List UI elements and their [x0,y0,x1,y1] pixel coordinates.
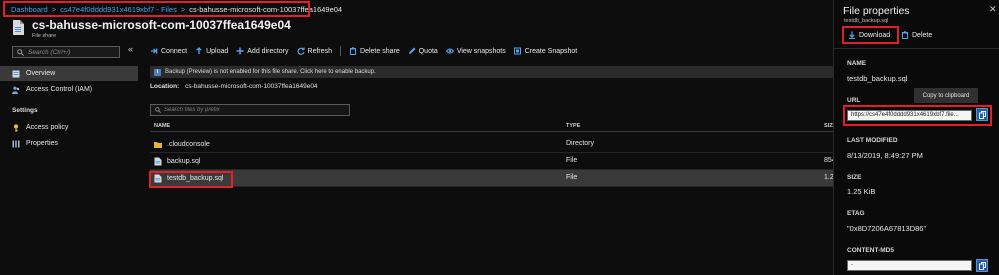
url-label: URL [847,97,861,104]
file-share-icon [13,20,24,35]
plus-icon [236,47,244,55]
breadcrumb-storage-account[interactable]: cs47e4f0dddd931x4619xbf7 - Files [60,5,177,14]
size-label: SIZE [847,174,862,181]
sidebar-item-overview[interactable]: Overview [0,66,138,81]
location: Location: cs-bahusse-microsoft-com-10037… [150,83,318,90]
page-subtitle: File share [32,33,57,39]
etag-label: ETAG [847,210,865,217]
backup-banner[interactable]: i Backup (Preview) is not enabled for th… [150,66,834,78]
copy-md5-button[interactable] [976,259,988,272]
toolbar: Connect Upload Add directory Refresh Del… [150,45,585,57]
file-share-icon [12,70,20,77]
content-md5-field[interactable]: - [847,260,972,271]
quota-button[interactable]: Quota [408,47,438,55]
sidebar-item-label: Access policy [26,124,69,131]
file-type: File [566,157,578,164]
view-snapshots-button[interactable]: View snapshots [445,47,506,55]
sidebar-item-label: Access Control (IAM) [26,86,93,93]
last-modified-value: 8/13/2019, 8:49:27 PM [847,151,923,160]
sidebar-item-properties[interactable]: Properties [0,136,138,151]
delete-share-button[interactable]: Delete share [349,47,400,55]
file-name[interactable]: testdb_backup.sql [167,175,223,182]
page-title: cs-bahusse-microsoft-com-10037ffea1649e0… [32,18,291,32]
upload-icon [196,47,202,54]
download-icon [849,31,855,39]
search-icon [17,48,24,56]
backup-banner-text: Backup (Preview) is not enabled for this… [165,69,376,75]
file-type: File [566,174,578,181]
size-value: 1.25 KiB [847,187,876,196]
page-header: cs-bahusse-microsoft-com-10037ffea1649e0… [12,19,291,39]
properties-icon [12,140,20,147]
close-icon[interactable]: ✕ [989,4,997,15]
sidebar-search[interactable] [12,46,120,58]
content-md5-label: CONTENT-MD5 [847,247,894,254]
panel-title: File properties [843,5,910,17]
toolbar-divider [340,46,342,56]
table-header: NAME TYPE SIZE [150,120,836,132]
breadcrumb-separator: > [180,4,186,14]
name-value: testdb_backup.sql [847,74,908,83]
etag-value: "0x8D7206A67813D86" [847,224,927,233]
copy-url-button[interactable] [976,108,988,121]
breadcrumb-dashboard[interactable]: Dashboard [11,5,48,14]
file-icon [154,174,162,183]
connect-button[interactable]: Connect [150,47,187,55]
sidebar-item-access-control[interactable]: Access Control (IAM) [0,82,138,97]
upload-button[interactable]: Upload [195,47,228,55]
create-snapshot-button[interactable]: Create Snapshot [513,47,577,55]
file-icon [154,157,162,166]
file-search[interactable] [150,104,350,116]
sidebar: « Overview Access Control (IAM) Settings… [0,40,138,275]
table-row[interactable]: backup.sql File 854 [150,153,836,170]
file-name[interactable]: backup.sql [167,158,200,165]
refresh-button[interactable]: Refresh [297,47,332,55]
collapse-sidebar-button[interactable]: « [128,44,133,54]
sidebar-item-access-policy[interactable]: Access policy [0,120,138,135]
snapshot-icon [513,47,521,55]
breadcrumb-separator: > [51,4,57,14]
column-type[interactable]: TYPE [566,123,580,129]
main-content: Connect Upload Add directory Refresh Del… [144,40,838,275]
trash-icon [350,47,357,55]
table-row-selected[interactable]: testdb_backup.sql File 1.25 [150,170,838,187]
last-modified-label: LAST MODIFIED [847,137,898,144]
file-properties-panel: File properties testdb_backup.sql ✕ Down… [833,0,999,275]
sidebar-item-label: Overview [26,70,56,77]
download-button[interactable]: Download [848,31,890,39]
eye-icon [445,48,454,54]
sidebar-item-label: Properties [26,140,58,147]
sidebar-section-settings: Settings [12,107,38,114]
connect-icon [151,48,158,54]
copy-tooltip: Copy to clipboard [914,88,978,103]
breadcrumb-file-share: cs-bahusse-microsoft-com-10037ffea1649e0… [189,4,343,14]
file-type: Directory [566,140,595,147]
copy-icon [978,261,986,270]
refresh-icon [297,47,305,55]
file-search-input[interactable] [164,107,344,113]
add-directory-button[interactable]: Add directory [236,47,289,55]
people-icon [12,86,20,94]
folder-icon [154,142,162,148]
key-icon [14,123,18,132]
trash-icon [902,31,908,39]
search-icon [155,107,161,113]
column-name[interactable]: NAME [154,123,170,129]
divider [834,48,999,49]
panel-subtitle: testdb_backup.sql [844,18,889,24]
info-icon: i [154,68,161,76]
file-name[interactable]: .cloudconsole [167,141,210,148]
sidebar-search-input[interactable] [28,48,118,56]
url-field[interactable]: https://cs47e4f0dddd931x4619xbf7.file... [847,110,972,121]
location-label: Location: [150,83,180,90]
name-label: NAME [847,60,867,67]
table-row[interactable]: .cloudconsole Directory [150,136,834,153]
copy-icon [978,110,986,119]
location-value: cs-bahusse-microsoft-com-10037ffea1649e0… [185,83,318,90]
edit-icon [408,47,416,54]
breadcrumb: Dashboard > cs47e4f0dddd931x4619xbf7 - F… [0,0,832,18]
delete-button[interactable]: Delete [901,31,932,39]
